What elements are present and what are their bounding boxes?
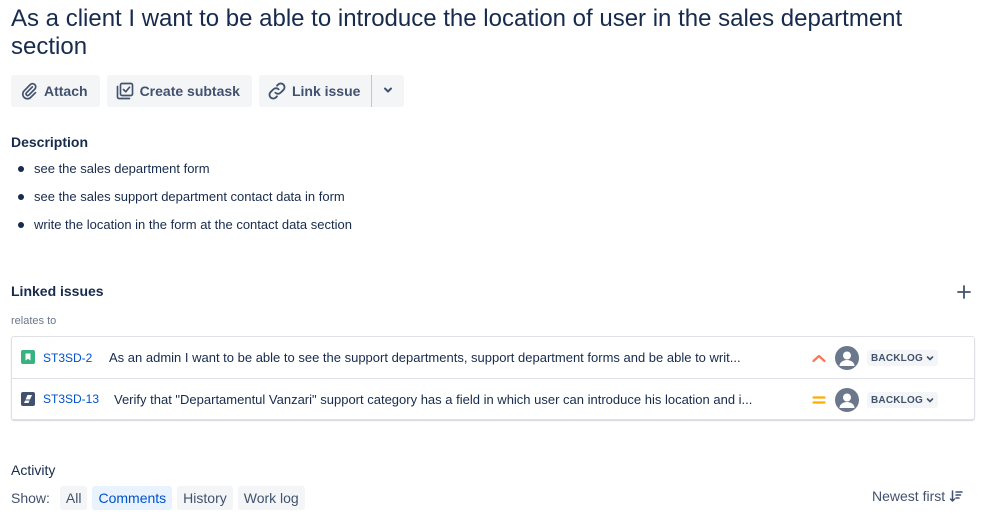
issue-key-link[interactable]: ST3SD-13: [43, 392, 99, 406]
relation-label: relates to: [11, 315, 57, 327]
story-icon: [21, 350, 35, 364]
description-item: write the location in the form at the co…: [18, 216, 352, 244]
assignee-avatar[interactable]: [835, 346, 859, 370]
linked-issue-row[interactable]: ST3SD-13 Verify that "Departamentul Vanz…: [12, 378, 974, 419]
activity-heading: Activity: [11, 462, 56, 478]
more-actions-dropdown-button[interactable]: [372, 75, 405, 107]
sort-order-button[interactable]: Newest first: [872, 488, 963, 504]
filter-history-button[interactable]: History: [177, 486, 233, 510]
sort-descending-icon: [949, 490, 963, 502]
filter-comments-button[interactable]: Comments: [92, 486, 173, 510]
linked-issue-row[interactable]: ST3SD-2 As an admin I want to be able to…: [12, 337, 974, 378]
link-icon: [267, 81, 287, 101]
description-item: see the sales support department contact…: [18, 188, 352, 216]
issue-key-link[interactable]: ST3SD-2: [43, 351, 92, 365]
priority-medium-icon: [811, 392, 827, 408]
create-subtask-label: Create subtask: [139, 83, 240, 99]
chevron-down-icon: [926, 398, 934, 403]
linked-issues-heading: Linked issues: [11, 283, 104, 299]
filter-worklog-button[interactable]: Work log: [237, 486, 305, 510]
status-label: BACKLOG: [871, 394, 923, 406]
description-item: see the sales department form: [18, 160, 352, 188]
create-subtask-button[interactable]: Create subtask: [106, 75, 252, 107]
link-issue-button-group: Link issue: [258, 75, 405, 107]
activity-filter-bar: Show: All Comments History Work log: [11, 486, 305, 510]
issue-title[interactable]: As a client I want to be able to introdu…: [11, 5, 971, 61]
assignee-avatar[interactable]: [835, 388, 859, 412]
priority-high-icon: [811, 350, 827, 366]
plus-icon: [957, 285, 971, 299]
linked-issues-list: ST3SD-2 As an admin I want to be able to…: [11, 336, 975, 420]
sort-order-label: Newest first: [872, 488, 946, 504]
attach-button[interactable]: Attach: [11, 75, 100, 107]
status-badge[interactable]: BACKLOG: [867, 350, 938, 366]
chevron-down-icon: [926, 356, 934, 361]
attach-label: Attach: [44, 83, 88, 99]
description-heading: Description: [11, 134, 89, 150]
status-label: BACKLOG: [871, 352, 923, 364]
subtask-icon: [115, 81, 135, 101]
chevron-down-icon: [382, 83, 394, 99]
test-icon: [21, 392, 35, 406]
bullet-icon: [18, 194, 24, 200]
description-list[interactable]: see the sales department form see the sa…: [18, 160, 352, 244]
add-linked-issue-button[interactable]: [954, 282, 974, 302]
link-issue-label: Link issue: [291, 83, 361, 99]
filter-all-button[interactable]: All: [59, 486, 88, 510]
paperclip-icon: [19, 81, 39, 101]
bullet-icon: [18, 222, 24, 228]
link-issue-button[interactable]: Link issue: [258, 75, 372, 107]
status-badge[interactable]: BACKLOG: [867, 392, 938, 408]
bullet-icon: [18, 166, 24, 172]
issue-summary[interactable]: Verify that "Departamentul Vanzari" supp…: [114, 392, 792, 407]
issue-summary[interactable]: As an admin I want to be able to see the…: [109, 350, 792, 365]
show-label: Show:: [11, 490, 50, 506]
issue-action-toolbar: Attach Create subtask Link issue: [11, 75, 405, 107]
